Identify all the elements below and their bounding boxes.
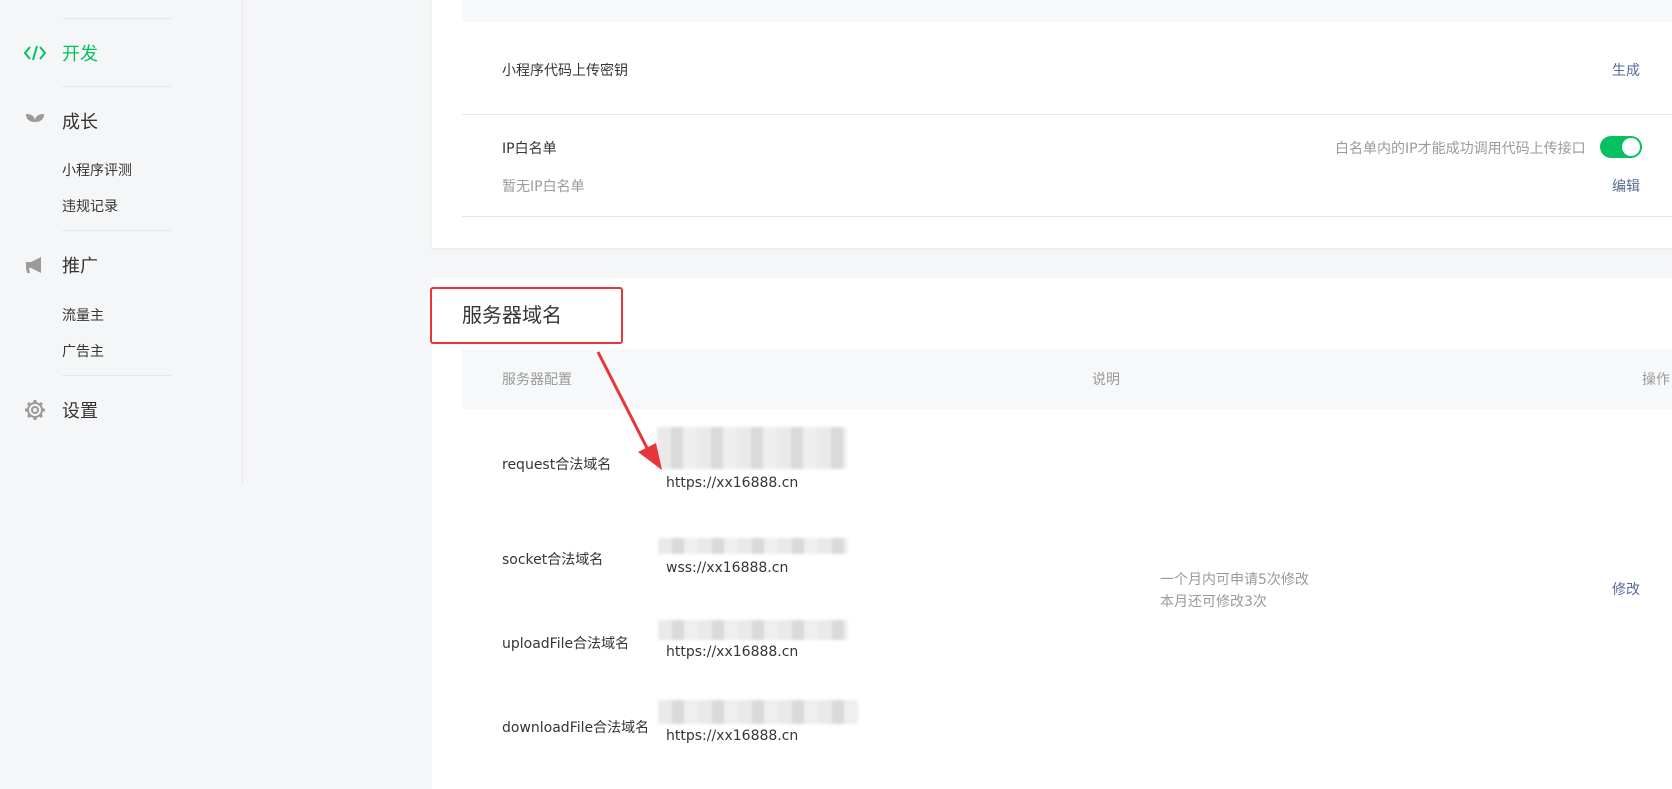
domain-name-upload: uploadFile合法域名 [502, 636, 630, 652]
header-op: 操作 [1642, 372, 1670, 388]
row-divider [462, 216, 1672, 217]
ip-whitelist-hint: 白名单内的IP才能成功调用代码上传接口 [1335, 141, 1586, 157]
sidebar-group-promotion[interactable]: 推广 [24, 252, 98, 278]
domain-name-request: request合法域名 [502, 457, 612, 473]
modify-remaining-desc: 本月还可修改3次 [1160, 594, 1267, 610]
domain-value-request: https://xx16888.cn [666, 475, 799, 491]
server-domain-card: 服务器域名 服务器配置 说明 操作 request合法域名 https://xx… [432, 278, 1672, 789]
domain-value-socket: wss://xx16888.cn [666, 560, 789, 576]
redacted-text [658, 700, 858, 724]
sidebar-divider [62, 375, 172, 376]
sidebar-group-label: 推广 [62, 256, 98, 277]
sidebar-group-label: 成长 [62, 112, 98, 133]
edit-whitelist-link[interactable]: 编辑 [1612, 176, 1640, 196]
domain-name-download: downloadFile合法域名 [502, 720, 650, 736]
dev-settings-card: 小程序代码上传密钥 生成 IP白名单 白名单内的IP才能成功调用代码上传接口 暂… [432, 0, 1672, 248]
card-top-bar [462, 0, 1672, 22]
domain-name-socket: socket合法域名 [502, 552, 604, 568]
sidebar-item-violations[interactable]: 违规记录 [62, 196, 118, 216]
sidebar-item-evaluation[interactable]: 小程序评测 [62, 160, 132, 180]
megaphone-icon [24, 254, 46, 276]
upload-key-label: 小程序代码上传密钥 [502, 63, 628, 79]
sprout-icon [24, 110, 46, 132]
modify-limit-desc: 一个月内可申请5次修改 [1160, 572, 1309, 588]
toggle-knob [1622, 138, 1640, 156]
modify-domain-link[interactable]: 修改 [1612, 579, 1640, 599]
sidebar-item-traffic-owner[interactable]: 流量主 [62, 305, 104, 325]
code-icon [24, 42, 46, 64]
table-header: 服务器配置 说明 操作 [462, 349, 1672, 409]
header-config: 服务器配置 [502, 372, 572, 388]
sidebar-item-advertiser[interactable]: 广告主 [62, 341, 104, 361]
annotation-highlight-box [430, 287, 623, 344]
sidebar-group-settings[interactable]: 设置 [24, 397, 98, 423]
gear-icon [24, 399, 46, 421]
sidebar: 开发 成长 小程序评测 违规记录 推广 流量主 广告主 设置 [0, 0, 243, 484]
ip-whitelist-empty: 暂无IP白名单 [502, 179, 585, 195]
sidebar-group-growth[interactable]: 成长 [24, 108, 98, 134]
redacted-text [657, 427, 847, 469]
sidebar-divider [62, 18, 172, 19]
redacted-text [658, 620, 848, 640]
ip-whitelist-label: IP白名单 [502, 141, 557, 157]
sidebar-divider [62, 230, 172, 231]
sidebar-group-develop[interactable]: 开发 [24, 40, 98, 66]
row-divider [462, 114, 1672, 115]
generate-key-link[interactable]: 生成 [1612, 60, 1640, 80]
ip-whitelist-toggle[interactable] [1600, 136, 1642, 158]
sidebar-group-label: 开发 [62, 44, 98, 65]
sidebar-divider [62, 86, 172, 87]
domain-value-download: https://xx16888.cn [666, 728, 799, 744]
header-desc: 说明 [1092, 372, 1120, 388]
redacted-text [658, 538, 848, 554]
domain-value-upload: https://xx16888.cn [666, 644, 799, 660]
sidebar-group-label: 设置 [62, 401, 98, 422]
